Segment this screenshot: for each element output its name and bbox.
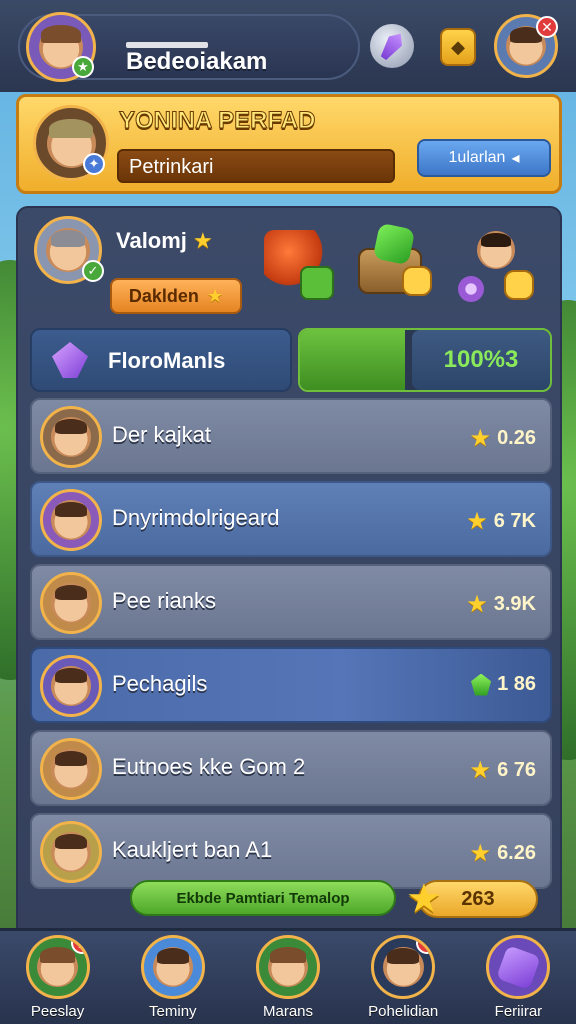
key-icon: ◆ — [451, 36, 465, 57]
profile-badge-icon: ★ — [72, 56, 94, 78]
nav-marans-icon — [256, 935, 320, 999]
star-icon: ★ — [469, 425, 492, 452]
user-name: Valomj ★ — [116, 228, 213, 254]
banner-badge-icon: ✦ — [83, 153, 105, 175]
nav-peeslay[interactable]: 1 Peeslay — [0, 931, 115, 1024]
coin-counter[interactable]: ★ 263 — [406, 877, 538, 921]
action-button-label: Daklden — [128, 285, 199, 306]
row-name: Der kajkat — [112, 422, 212, 447]
row-score: 1 86 — [471, 673, 536, 696]
tab-section[interactable]: FloroManls — [30, 328, 292, 392]
row-name: Dnyrimdolrigeard — [112, 505, 280, 530]
star-icon: ★ — [206, 285, 224, 306]
row-score-value: 6 7K — [493, 510, 536, 532]
banner-bar: Petrinkari — [117, 149, 395, 183]
row-name: Eutnoes kke Gom 2 — [112, 754, 306, 779]
leaderboard-panel: ✓ Valomj ★ Daklden ★ FloroManls 100%3 De… — [16, 206, 562, 946]
top-bar: ★ Bedeoiakam ◆ ✕ — [0, 0, 576, 92]
star-icon: ★ — [469, 757, 492, 784]
star-icon: ★ — [466, 508, 488, 535]
nav-label: Peeslay — [30, 1003, 85, 1020]
row-score: ★ 0.26 — [470, 424, 536, 453]
user-badge-icon: ✓ — [82, 260, 104, 282]
banner-button[interactable]: 1ularlan ◂ — [417, 139, 551, 177]
star-icon: ★ — [466, 591, 488, 618]
crystal-icon — [377, 29, 407, 63]
flower-icon — [458, 276, 484, 302]
row-score: ★ 6.26 — [470, 839, 536, 868]
row-avatar — [40, 738, 102, 800]
key-button[interactable]: ◆ — [440, 28, 476, 66]
nav-label: Teminy — [149, 1003, 197, 1020]
banner-button-label: 1ularlan — [448, 149, 506, 166]
row-avatar — [40, 489, 102, 551]
progress-readout: 100%3 — [412, 330, 550, 390]
star-icon: ★ — [406, 877, 442, 921]
row-avatar — [40, 655, 102, 717]
leaf-item-icon[interactable] — [300, 266, 334, 300]
row-score: ★ 6 76 — [470, 756, 536, 785]
nav-label: Feriirar — [494, 1003, 543, 1020]
leaderboard-row[interactable]: Der kajkat ★ 0.26 — [30, 398, 552, 474]
nav-feriirar[interactable]: Feriirar — [461, 931, 576, 1024]
user-name-text: Valomj — [116, 228, 187, 253]
leaderboard-row[interactable]: Eutnoes kke Gom 2 ★ 6 76 — [30, 730, 552, 806]
row-avatar — [40, 406, 102, 468]
player-name: Bedeoiakam — [126, 48, 268, 75]
nav-label: Marans — [262, 1003, 314, 1020]
dice-item-icon[interactable] — [402, 266, 432, 296]
crystal-icon — [52, 342, 88, 378]
row-score: ★ 3.9K — [466, 590, 536, 619]
nav-feriirar-icon — [486, 935, 551, 999]
leaderboard-row[interactable]: Kaukljert ban A1 ★ 6.26 — [30, 813, 552, 889]
row-avatar — [40, 821, 102, 883]
nav-pohelidian-icon: J — [371, 935, 436, 999]
row-name: Pechagils — [112, 671, 208, 696]
row-score: ★ 6 7K — [466, 507, 536, 536]
nav-pohelidian[interactable]: J Pohelidian — [346, 931, 461, 1024]
row-score-value: 0.26 — [497, 427, 536, 449]
gem-icon — [471, 673, 492, 696]
leaderboard-row[interactable]: Pechagils 1 86 — [30, 647, 552, 723]
row-score-value: 3.9K — [493, 593, 536, 615]
notification-badge: J — [416, 938, 433, 954]
arrow-left-icon: ◂ — [511, 150, 520, 167]
row-name: Kaukljert ban A1 — [112, 837, 273, 862]
close-icon[interactable]: ✕ — [536, 16, 558, 38]
row-score-value: 6 76 — [497, 759, 536, 781]
progress-fill — [300, 330, 405, 390]
progress-bar: 100%3 — [298, 328, 552, 392]
event-banner: ✦ YONINA PERFAD Petrinkari 1ularlan ◂ — [16, 94, 562, 194]
leaderboard-row[interactable]: Pee rianks ★ 3.9K — [30, 564, 552, 640]
row-score-value: 1 86 — [497, 673, 536, 695]
action-button[interactable]: Daklden ★ — [110, 278, 242, 314]
section-tab-label: FloroManls — [108, 348, 226, 373]
star-icon: ★ — [469, 840, 492, 867]
bottom-nav: 1 Peeslay Teminy Marans J Pohelidian Feriirar — [0, 928, 576, 1024]
reward-dice-icon[interactable] — [504, 270, 534, 300]
row-avatar — [40, 572, 102, 634]
nav-peeslay-icon: 1 — [25, 935, 90, 999]
row-name: Pee rianks — [112, 588, 216, 613]
nav-label: Pohelidian — [368, 1003, 439, 1020]
nav-marans[interactable]: Marans — [230, 931, 345, 1024]
crystal-button[interactable] — [370, 24, 414, 68]
nav-teminy-icon — [140, 935, 205, 999]
row-score-value: 6.26 — [497, 842, 536, 864]
leaderboard-row[interactable]: Dnyrimdolrigeard ★ 6 7K — [30, 481, 552, 557]
star-icon: ★ — [193, 228, 213, 253]
nav-teminy[interactable]: Teminy — [115, 931, 230, 1024]
banner-bar-text: Petrinkari — [129, 156, 214, 178]
banner-title: YONINA PERFAD — [118, 107, 316, 135]
event-pill[interactable]: Ekbde Pamtiari Temalop — [130, 880, 396, 916]
coin-value: 263 — [461, 887, 495, 910]
profile-pill[interactable]: ★ Bedeoiakam — [18, 12, 360, 82]
